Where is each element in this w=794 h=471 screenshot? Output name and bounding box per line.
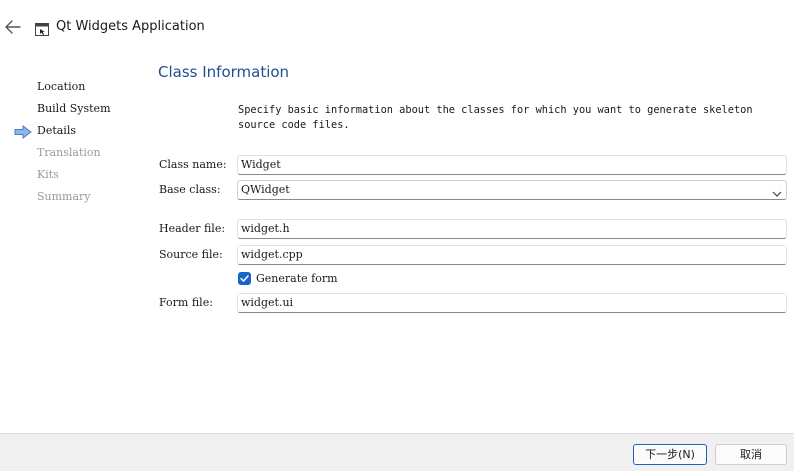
generate-form-label: Generate form	[256, 272, 338, 285]
base-class-label: Base class:	[159, 183, 221, 196]
base-class-select[interactable]: QWidget	[237, 180, 787, 200]
cancel-button[interactable]: 取消	[715, 444, 787, 465]
back-arrow-icon[interactable]	[4, 17, 22, 37]
header-file-label: Header file:	[159, 222, 226, 235]
header-file-input[interactable]: widget.h	[237, 219, 787, 239]
step-summary: Summary	[37, 190, 91, 203]
form-file-input[interactable]: widget.ui	[237, 293, 787, 313]
page-description: Specify basic information about the clas…	[238, 104, 753, 131]
chevron-down-icon	[772, 186, 782, 197]
source-file-label: Source file:	[159, 248, 223, 261]
wizard-footer: 下一步(N) 取消	[0, 433, 794, 471]
class-name-label: Class name:	[159, 158, 227, 171]
page-title: Class Information	[158, 63, 290, 81]
base-class-value: QWidget	[241, 183, 290, 196]
step-build-system: Build System	[37, 102, 111, 115]
generate-form-checkbox[interactable]	[238, 272, 251, 285]
class-name-input[interactable]: Widget	[237, 155, 787, 175]
window-icon	[35, 21, 49, 36]
step-details: Details	[37, 124, 76, 137]
window-title: Qt Widgets Application	[56, 19, 205, 34]
step-location: Location	[37, 80, 86, 93]
next-button[interactable]: 下一步(N)	[633, 444, 707, 465]
source-file-input[interactable]: widget.cpp	[237, 245, 787, 265]
step-kits: Kits	[37, 168, 59, 181]
form-file-label: Form file:	[159, 296, 213, 309]
wizard-header: Qt Widgets Application	[0, 0, 794, 56]
step-translation: Translation	[37, 146, 101, 159]
right-arrow-icon	[14, 124, 32, 139]
check-icon	[240, 275, 249, 282]
